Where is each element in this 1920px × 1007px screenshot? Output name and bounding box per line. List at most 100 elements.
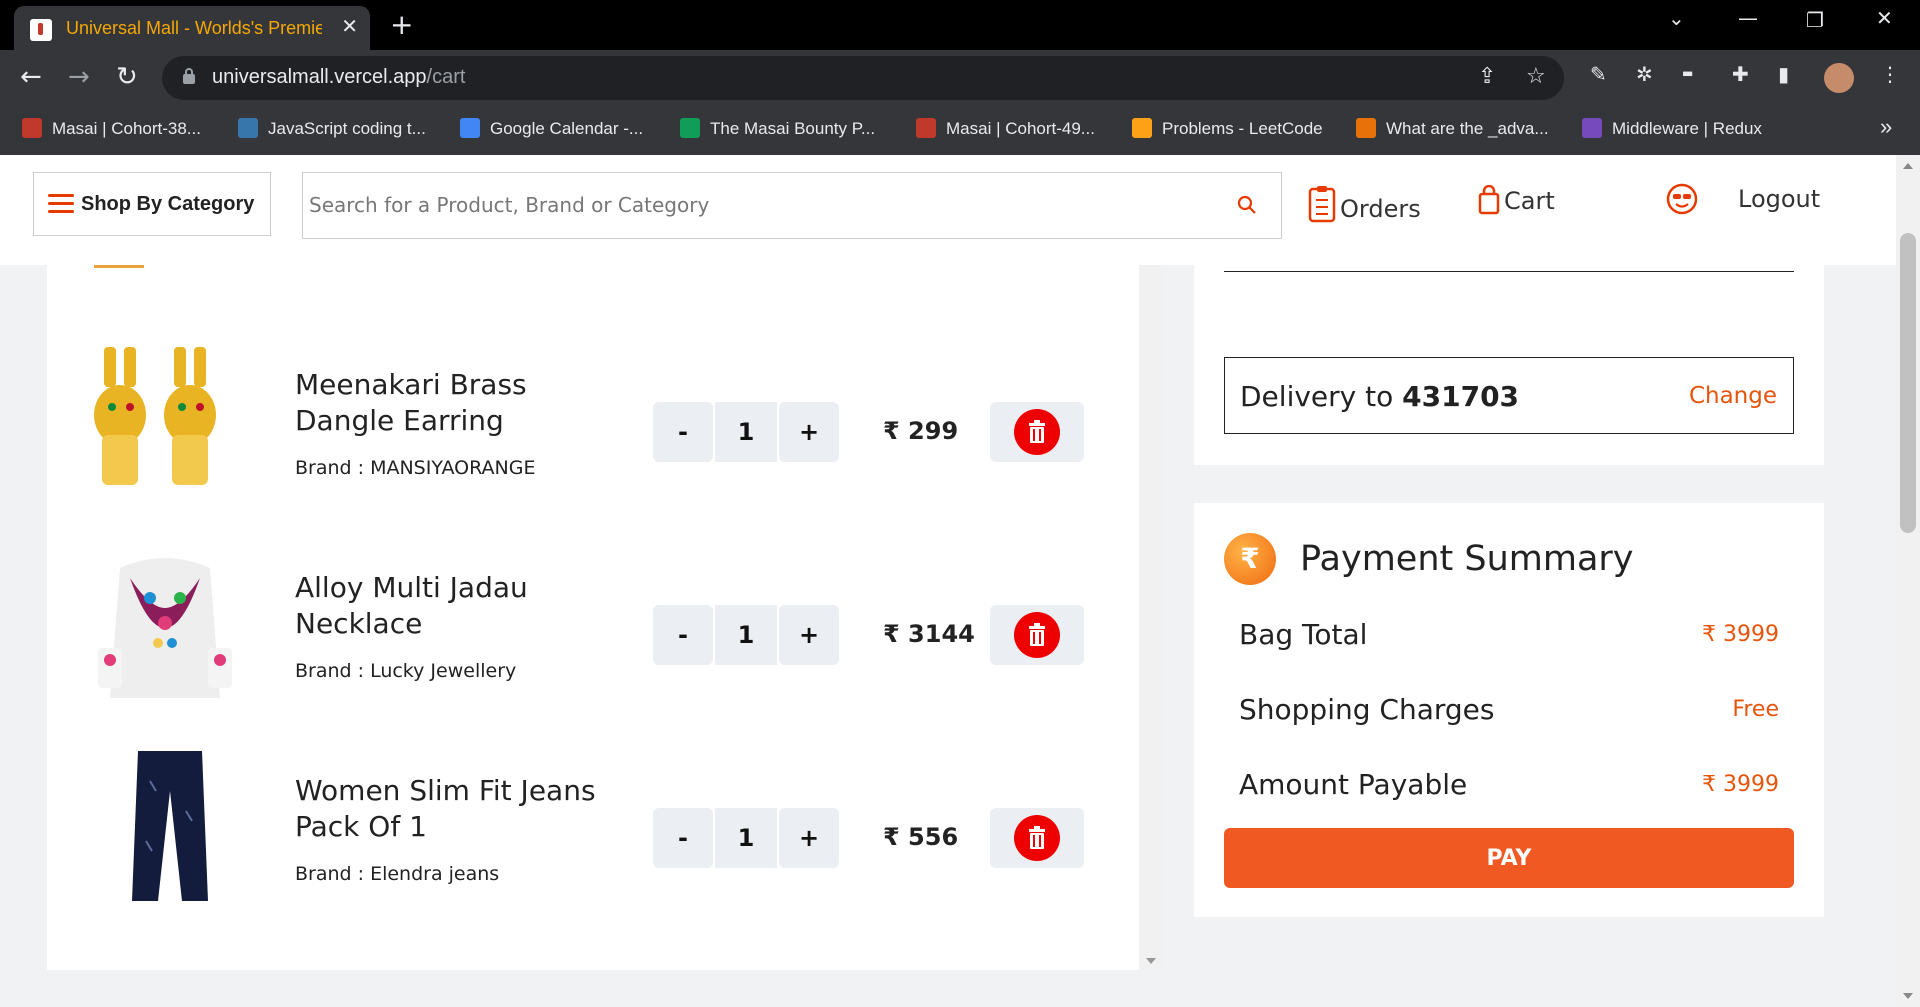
new-tab-icon[interactable]: +: [390, 8, 413, 41]
shop-by-category-button[interactable]: Shop By Category: [33, 172, 271, 236]
page-scrollbar[interactable]: [1896, 155, 1920, 1007]
hamburger-icon: [48, 194, 74, 214]
lock-icon: [183, 68, 195, 84]
remove-item-button[interactable]: [990, 402, 1084, 462]
bookmark-item[interactable]: Google Calendar -...: [460, 118, 643, 139]
rupee-icon: ₹: [1224, 533, 1276, 585]
scrollbar-thumb[interactable]: [1900, 233, 1916, 533]
cart-link[interactable]: Cart: [1478, 185, 1555, 215]
jeans-product-image: [132, 751, 208, 901]
tab-search-icon[interactable]: ⌄: [1668, 6, 1685, 30]
bookmark-item[interactable]: What are the _adva...: [1356, 118, 1549, 139]
decrease-qty-button[interactable]: -: [653, 605, 713, 665]
side-panel-icon[interactable]: ▮: [1778, 62, 1789, 86]
scroll-down-arrow-icon[interactable]: [1146, 958, 1156, 964]
product-brand: Brand : Elendra jeans: [295, 863, 500, 885]
qty-value: 1: [715, 808, 777, 868]
back-icon[interactable]: ←: [20, 62, 42, 92]
bookmark-item[interactable]: Middleware | Redux: [1582, 118, 1762, 139]
bookmarks-bar: Masai | Cohort-38... JavaScript coding t…: [0, 106, 1920, 155]
url-text: universalmall.vercel.app/cart: [212, 66, 466, 88]
cart-items-panel: Meenakari Brass Dangle Earring Brand : M…: [47, 155, 1139, 970]
orders-icon: [1308, 186, 1336, 223]
search-icon[interactable]: [1237, 195, 1257, 215]
site-icon: [1356, 118, 1376, 138]
decrease-qty-button[interactable]: -: [653, 402, 713, 462]
trash-icon: [1014, 612, 1060, 658]
pay-button[interactable]: PAY: [1224, 828, 1794, 888]
python-icon: [238, 118, 258, 138]
close-window-icon[interactable]: ✕: [1876, 6, 1893, 30]
product-name[interactable]: Alloy Multi Jadau Necklace: [295, 570, 625, 642]
user-avatar[interactable]: [1666, 183, 1698, 221]
item-price: ₹ 556: [883, 823, 959, 851]
bookmark-item[interactable]: Problems - LeetCode: [1132, 118, 1323, 139]
delivery-box: Delivery to 431703 Change: [1224, 357, 1794, 434]
sheets-icon: [680, 118, 700, 138]
minimize-icon[interactable]: —: [1738, 6, 1758, 30]
bookmarks-overflow-icon[interactable]: »: [1880, 114, 1892, 140]
address-bar[interactable]: universalmall.vercel.app/cart ⇪ ☆: [162, 56, 1564, 100]
delivery-pincode: 431703: [1402, 380, 1520, 413]
cart-panel-scrollbar[interactable]: [1140, 155, 1162, 970]
product-brand: Brand : MANSIYAORANGE: [295, 457, 536, 479]
shipping-row: Shopping Charges Free: [1239, 693, 1779, 733]
decrease-qty-button[interactable]: -: [653, 808, 713, 868]
menu-kebab-icon[interactable]: ⋮: [1880, 62, 1900, 86]
close-tab-icon[interactable]: ✕: [341, 14, 358, 38]
orders-link[interactable]: Orders: [1308, 185, 1421, 223]
site-favicon-icon: [30, 19, 52, 41]
page-viewport: Shop By Category Orders Cart Logout: [0, 155, 1920, 1007]
product-brand: Brand : Lucky Jewellery: [295, 660, 517, 682]
bookmark-item[interactable]: Masai | Cohort-38...: [22, 118, 201, 139]
change-address-link[interactable]: Change: [1689, 383, 1777, 409]
remove-item-button[interactable]: [990, 605, 1084, 665]
product-name[interactable]: Women Slim Fit Jeans Pack Of 1: [295, 773, 625, 845]
bookmark-star-icon[interactable]: ☆: [1526, 64, 1546, 89]
increase-qty-button[interactable]: +: [779, 402, 839, 462]
extension-bug-icon[interactable]: ✲: [1636, 62, 1653, 86]
increase-qty-button[interactable]: +: [779, 605, 839, 665]
product-name[interactable]: Meenakari Brass Dangle Earring: [295, 367, 625, 439]
cart-item: Alloy Multi Jadau Necklace Brand : Lucky…: [47, 548, 1139, 708]
bag-total-label: Bag Total: [1239, 618, 1368, 651]
redux-icon: [1582, 118, 1602, 138]
bag-total-row: Bag Total ₹ 3999: [1239, 618, 1779, 658]
quantity-stepper: - 1 +: [653, 402, 841, 462]
browser-tab[interactable]: Universal Mall - Worlds's Premier ✕: [14, 6, 370, 50]
scroll-down-arrow-icon[interactable]: [1903, 993, 1913, 999]
bookmark-item[interactable]: JavaScript coding t...: [238, 118, 426, 139]
browser-toolbar: ← → ↻ universalmall.vercel.app/cart ⇪ ☆ …: [0, 50, 1920, 106]
bookmark-item[interactable]: The Masai Bounty P...: [680, 118, 875, 139]
quantity-stepper: - 1 +: [653, 808, 841, 868]
logout-button[interactable]: Logout: [1738, 185, 1820, 213]
masai-extension-icon[interactable]: ▬: [1682, 66, 1693, 80]
extensions-puzzle-icon[interactable]: ✚: [1732, 62, 1749, 86]
bookmark-item[interactable]: Masai | Cohort-49...: [916, 118, 1095, 139]
payment-summary-card: ₹ Payment Summary Bag Total ₹ 3999 Shopp…: [1194, 503, 1824, 917]
increase-qty-button[interactable]: +: [779, 808, 839, 868]
delivery-text: Delivery to 431703: [1240, 380, 1520, 413]
share-icon[interactable]: ⇪: [1478, 64, 1496, 89]
category-label: Shop By Category: [81, 193, 255, 215]
reload-icon[interactable]: ↻: [116, 62, 138, 92]
earring-product-image: [94, 347, 216, 485]
scroll-up-arrow-icon[interactable]: [1903, 163, 1913, 169]
item-price: ₹ 299: [883, 417, 959, 445]
profile-avatar[interactable]: [1824, 63, 1854, 93]
shipping-label: Shopping Charges: [1239, 693, 1495, 726]
payable-label: Amount Payable: [1239, 768, 1468, 801]
extension-pen-icon[interactable]: ✎: [1590, 62, 1607, 86]
search-input[interactable]: [309, 187, 1209, 223]
forward-icon[interactable]: →: [68, 62, 90, 92]
shopping-bag-icon: [1478, 185, 1500, 215]
section-accent-bar: [94, 265, 144, 268]
calendar-icon: [460, 118, 480, 138]
divider: [1224, 271, 1794, 272]
restore-icon[interactable]: ❐: [1806, 8, 1824, 32]
remove-item-button[interactable]: [990, 808, 1084, 868]
qty-value: 1: [715, 402, 777, 462]
amount-payable-row: Amount Payable ₹ 3999: [1239, 768, 1779, 808]
trash-icon: [1014, 815, 1060, 861]
payment-summary-title: Payment Summary: [1300, 539, 1634, 579]
